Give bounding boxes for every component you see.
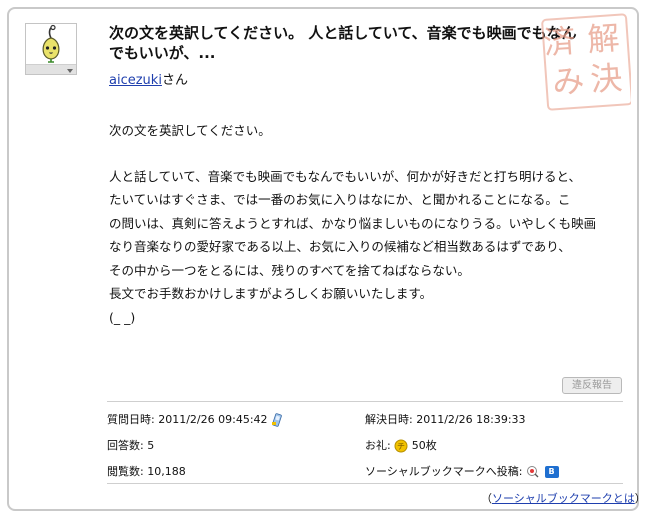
svg-text:解: 解 (586, 19, 621, 59)
coin-icon: チ (394, 439, 408, 453)
user-avatar[interactable] (25, 23, 77, 75)
meta-divider-bottom (107, 483, 623, 484)
chevron-down-icon (67, 69, 73, 73)
solved-date: 解決日時: 2011/2/26 18:39:33 (365, 413, 526, 427)
reward: お礼: チ 50枚 (365, 439, 437, 453)
meta-divider-top (107, 401, 623, 402)
help-paren-open: （ (481, 492, 492, 505)
reward-label: お礼: (365, 439, 391, 452)
asked-value: 2011/2/26 09:45:42 (158, 413, 268, 426)
svg-text:み: み (551, 61, 586, 101)
solved-label: 解決日時: (365, 413, 413, 426)
question-author: aicezukiさん (109, 69, 188, 88)
svg-text:決: 決 (589, 59, 624, 99)
body-line: (_ _) (109, 309, 136, 325)
social-bookmark-help: （ソーシャルブックマークとは） (481, 490, 646, 506)
answer-count: 回答数: 5 (107, 439, 154, 453)
body-line: 次の文を英訳してください。 (109, 123, 271, 138)
views-label: 閲覧数: (107, 465, 144, 478)
asked-date: 質問日時: 2011/2/26 09:45:42 (107, 413, 282, 427)
yahoo-bookmark-icon[interactable] (526, 465, 541, 479)
author-suffix: さん (161, 73, 188, 88)
reward-value: 50枚 (411, 439, 437, 452)
view-count: 閲覧数: 10,188 (107, 465, 186, 479)
answers-label: 回答数: (107, 439, 144, 452)
social-label: ソーシャルブックマークへ投稿: (365, 465, 523, 478)
author-link[interactable]: aicezuki (109, 73, 162, 88)
answers-value: 5 (147, 439, 155, 452)
body-line: たいていはすぐさま、では一番のお気に入りはなにか、と聞かれることになる。こ (109, 192, 571, 207)
social-bookmark-help-link[interactable]: ソーシャルブックマークとは (492, 492, 635, 505)
svg-text:チ: チ (397, 442, 405, 451)
body-line: 人と話していて、音楽でも映画でもなんでもいいが、何かが好きだと打ち明けると、 (109, 168, 582, 184)
social-bookmark-row: ソーシャルブックマークへ投稿: B (365, 465, 559, 479)
body-line: なり音楽なりの愛好家である以上、お気に入りの候補など相当数あるはずであり、 (109, 239, 571, 254)
views-value: 10,188 (147, 465, 186, 478)
body-line: その中から一つをとるには、残りのすべてを捨てねばならない。 (109, 262, 470, 278)
avatar-dropdown-bar[interactable] (26, 64, 76, 74)
solved-stamp-icon: 解 決 済 み (541, 13, 631, 111)
asked-label: 質問日時: (107, 413, 155, 426)
help-paren-close: ） (634, 492, 646, 505)
report-violation-button[interactable]: 違反報告 (562, 377, 622, 394)
body-line: の問いは、真剣に答えようとすれば、かなり悩ましいものになりうる。いやしくも映画 (109, 215, 597, 231)
solved-value: 2011/2/26 18:39:33 (416, 413, 526, 426)
question-body: 次の文を英訳してください。 人と話していて、音楽でも映画でもなんでもいいが、何か… (109, 119, 629, 329)
question-title: 次の文を英訳してください。 人と話していて、音楽でも映画でもなんでもいいが、..… (109, 24, 577, 62)
body-line: 長文でお手数おかけしますがよろしくお願いいたします。 (109, 286, 433, 301)
mobile-phone-icon (272, 413, 282, 427)
svg-text:済: 済 (542, 22, 577, 62)
sprout-mascot-icon (42, 24, 60, 63)
hatena-bookmark-icon[interactable]: B (544, 466, 559, 478)
question-card: 次の文を英訳してください。 人と話していて、音楽でも映画でもなんでもいいが、..… (7, 7, 646, 511)
